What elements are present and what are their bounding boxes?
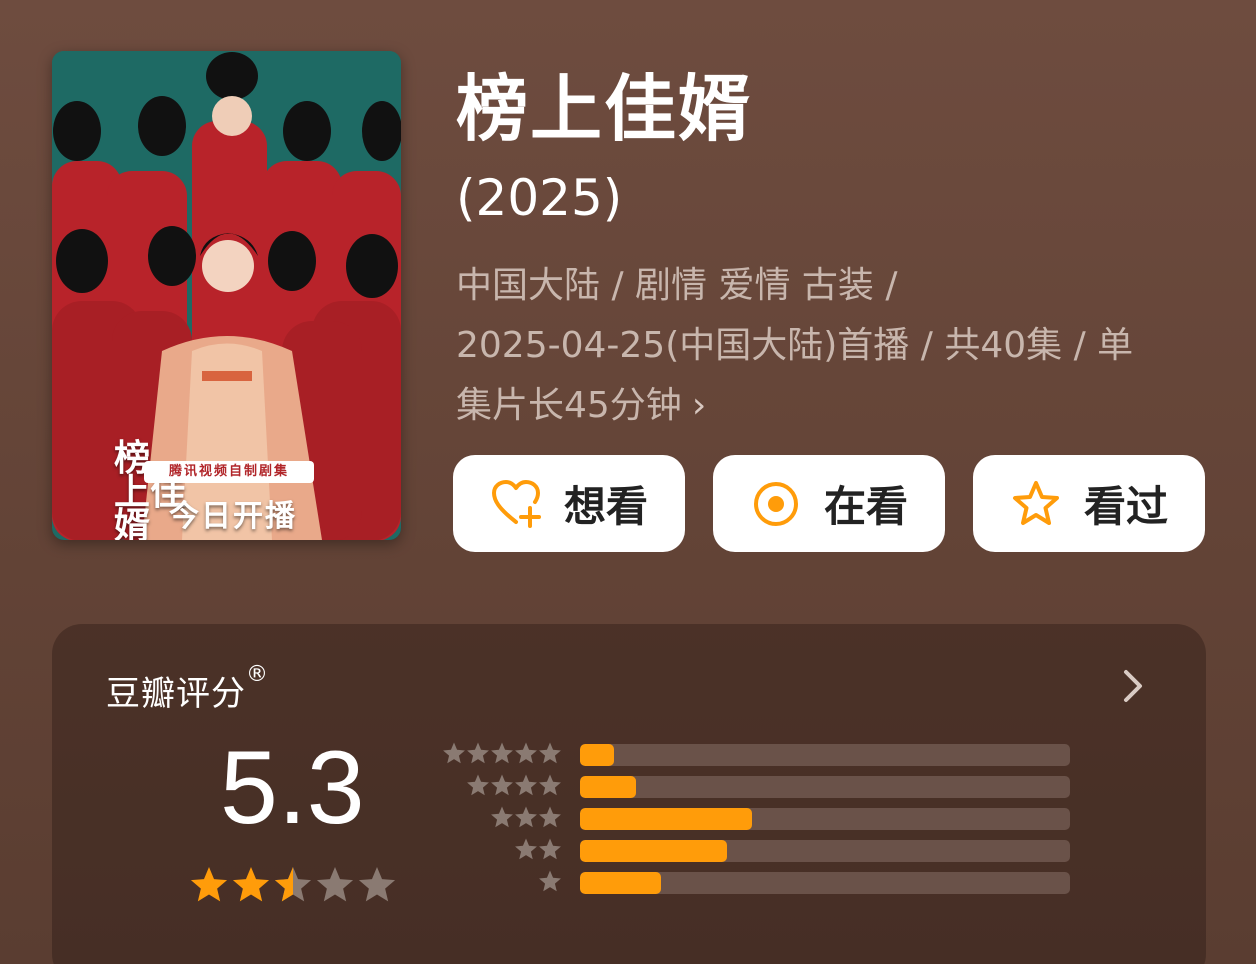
chevron-right-icon[interactable] [1118, 666, 1148, 706]
score-star [358, 867, 396, 902]
star-outline-icon [1012, 480, 1059, 525]
page-title: 榜上佳婿 [456, 67, 753, 151]
rating-bar-track [580, 840, 1070, 862]
watched-label: 看过 [1083, 482, 1168, 531]
rating-bar-track [580, 872, 1070, 894]
small-star-icon [539, 870, 561, 892]
rating-bar-fill [580, 744, 615, 766]
score-star [190, 867, 228, 902]
chevron-right-icon: › [691, 385, 707, 426]
registered-mark: ® [246, 662, 269, 687]
rating-bar-fill [580, 808, 752, 830]
watching-button[interactable]: 在看 [713, 455, 945, 552]
small-star-icon [539, 838, 561, 860]
poster-headline: 今日开播 [169, 499, 297, 534]
small-star-icon [515, 742, 537, 764]
rating-bar-stars [467, 774, 561, 796]
rating-bar-fill [580, 776, 637, 798]
rating-bar-fill [580, 872, 661, 894]
small-star-icon [491, 742, 513, 764]
rating-bar-track [580, 808, 1070, 830]
release-year: (2025) [456, 169, 623, 227]
small-star-icon [515, 774, 537, 796]
small-star-icon [539, 742, 561, 764]
watching-label: 在看 [823, 482, 908, 531]
heart-plus-icon [491, 479, 541, 528]
meta-line-2: 2025-04-25(中国大陆)首播 / 共40集 / 单 [456, 325, 1134, 366]
small-star-icon [491, 774, 513, 796]
rating-bar-track [580, 776, 1070, 798]
score-star [316, 867, 354, 902]
meta-line-3: 集片长45分钟 › [456, 385, 707, 426]
meta-line-1: 中国大陆 / 剧情 爱情 古装 / [456, 265, 898, 306]
movie-meta[interactable]: 中国大陆 / 剧情 爱情 古装 / 2025-04-25(中国大陆)首播 / 共… [456, 256, 1196, 436]
small-star-icon [539, 806, 561, 828]
rating-card[interactable]: 豆瓣评分® 5.3 [52, 624, 1206, 964]
poster-image[interactable]: 榜 上佳 婿 腾讯视频自制剧集 今日开播 [52, 51, 401, 540]
small-star-icon [515, 838, 537, 860]
rating-bar-fill [580, 840, 727, 862]
small-star-icon [515, 806, 537, 828]
small-star-icon [443, 742, 465, 764]
movie-detail-page: 榜 上佳 婿 腾讯视频自制剧集 今日开播 榜上佳婿 (2025) 中国大陆 / … [0, 0, 1256, 964]
rating-bar-stars [539, 870, 561, 892]
want-to-watch-button[interactable]: 想看 [453, 455, 685, 552]
small-star-icon [539, 774, 561, 796]
target-circle-icon [753, 481, 798, 526]
small-star-icon [467, 742, 489, 764]
action-buttons: 想看 在看 看过 [453, 455, 1205, 552]
rating-bar-track [580, 744, 1070, 766]
watched-button[interactable]: 看过 [973, 455, 1205, 552]
rating-stars [190, 867, 396, 902]
rating-bar-stars [491, 806, 561, 828]
rating-label: 豆瓣评分® [106, 662, 269, 714]
rating-bar-stars [443, 742, 561, 764]
rating-bar-stars [515, 838, 561, 860]
small-star-icon [491, 806, 513, 828]
score-star [232, 867, 270, 902]
small-star-icon [467, 774, 489, 796]
rating-score: 5.3 [220, 730, 365, 846]
poster-banner: 腾讯视频自制剧集 [144, 461, 314, 483]
want-to-watch-label: 想看 [563, 482, 648, 531]
